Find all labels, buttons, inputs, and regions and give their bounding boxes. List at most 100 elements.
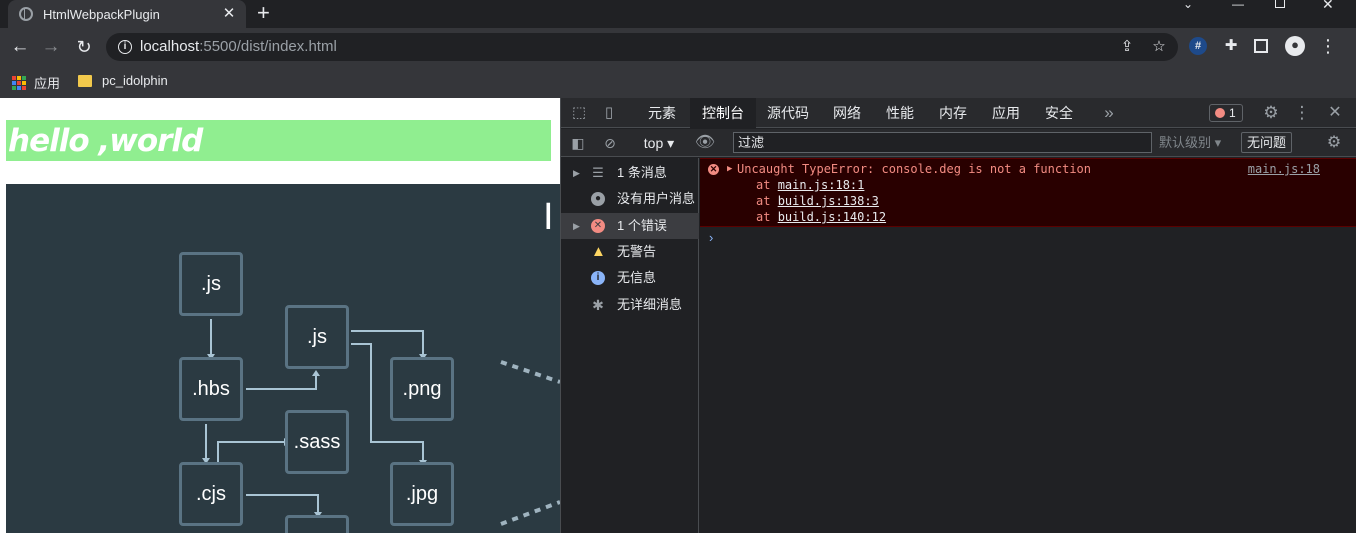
- context-selector[interactable]: top ▾: [637, 129, 681, 157]
- sidebar-item-info[interactable]: i 无信息: [561, 265, 699, 291]
- clear-console-icon[interactable]: ⊘: [599, 129, 621, 157]
- console-error-message: ✕ ▶ Uncaught TypeError: console.deg is n…: [700, 158, 1356, 227]
- side-panel-icon[interactable]: [1254, 39, 1268, 53]
- bookmark-apps[interactable]: 应用: [12, 73, 60, 92]
- device-toolbar-icon[interactable]: ▯: [599, 98, 619, 128]
- diagram-node-js: .js: [179, 252, 243, 316]
- sidebar-item-messages[interactable]: ▶ ☰ 1 条消息: [561, 160, 699, 186]
- devtools-menu-icon[interactable]: ⋮: [1292, 98, 1312, 128]
- reload-button[interactable]: ↻: [73, 36, 95, 58]
- bookmarks-bar: 应用 pc_idolphin: [0, 66, 1356, 98]
- stack-link[interactable]: build.js:138:3: [778, 194, 879, 208]
- address-bar[interactable]: i localhost:5500/dist/index.html ⇪ ☆: [106, 33, 1178, 61]
- inspect-element-icon[interactable]: ⬚: [569, 98, 589, 128]
- sidebar-item-verbose[interactable]: ✱ 无详细消息: [561, 292, 699, 318]
- extensions-puzzle-icon[interactable]: ✚: [1221, 37, 1241, 55]
- browser-tab[interactable]: HtmlWebpackPlugin ✕: [8, 0, 246, 28]
- dashed-line: [500, 500, 560, 526]
- sidebar-item-errors[interactable]: ▶ ✕ 1 个错误: [561, 213, 699, 239]
- list-icon: ☰: [592, 165, 604, 180]
- close-devtools-icon[interactable]: ✕: [1325, 98, 1345, 128]
- tab-security[interactable]: 安全: [1035, 98, 1083, 128]
- forward-button[interactable]: →: [40, 36, 62, 58]
- url-text[interactable]: localhost:5500/dist/index.html: [140, 38, 337, 55]
- sidebar-item-label: 无警告: [617, 244, 657, 259]
- tab-search-icon[interactable]: ⌄: [1183, 0, 1193, 10]
- info-icon: i: [591, 271, 605, 285]
- minimize-icon[interactable]: —: [1232, 0, 1244, 10]
- diagram-node-js: .js: [285, 305, 349, 369]
- diagram-node-jpg: .jpg: [390, 462, 454, 526]
- bookmark-pc-idolphin[interactable]: pc_idolphin: [78, 73, 168, 88]
- diagram-node-sass: .sass: [285, 410, 349, 474]
- connector: [217, 441, 284, 462]
- menu-kebab-icon[interactable]: ⋮: [1318, 37, 1338, 55]
- error-source-link[interactable]: main.js:18: [1248, 162, 1320, 176]
- tab-performance[interactable]: 性能: [876, 98, 924, 128]
- close-tab-icon[interactable]: ✕: [221, 6, 237, 22]
- log-level-dropdown[interactable]: 默认级别 ▾: [1159, 129, 1221, 157]
- bookmark-star-icon[interactable]: ☆: [1149, 38, 1169, 56]
- tab-elements[interactable]: 元素: [636, 98, 688, 128]
- expand-arrow-icon[interactable]: ▶: [727, 164, 732, 174]
- url-path: :5500/dist/index.html: [199, 38, 337, 55]
- page-heading: hello ,world: [8, 123, 203, 159]
- error-dot-icon: [1215, 108, 1225, 118]
- share-icon[interactable]: ⇪: [1117, 38, 1137, 56]
- dashed-line: [500, 360, 560, 384]
- stack-prefix: at: [756, 194, 778, 208]
- context-label: top: [643, 135, 664, 151]
- live-expression-eye-icon[interactable]: 👁: [693, 129, 717, 157]
- sidebar-item-warnings[interactable]: ▲ 无警告: [561, 239, 699, 265]
- more-tabs-icon[interactable]: »: [1099, 98, 1119, 128]
- extension-hash-icon[interactable]: #: [1189, 37, 1207, 55]
- console-prompt[interactable]: ›: [709, 230, 713, 245]
- stack-frame: at main.js:18:1: [756, 178, 864, 192]
- profile-avatar-icon[interactable]: ●: [1285, 36, 1305, 56]
- tab-sources[interactable]: 源代码: [758, 98, 818, 128]
- sidebar-item-label: 1 条消息: [617, 165, 667, 180]
- diagram-node-partial: [285, 515, 349, 533]
- close-window-icon[interactable]: ✕: [1322, 0, 1334, 11]
- expand-arrow-icon[interactable]: ▶: [573, 213, 580, 239]
- webpack-diagram-image: .js .js .png .hbs .sass .cjs .jpg I: [6, 184, 560, 533]
- stack-link[interactable]: build.js:140:12: [778, 210, 886, 224]
- site-info-icon[interactable]: i: [118, 40, 132, 54]
- bookmark-label: 应用: [34, 76, 61, 91]
- stack-link[interactable]: main.js:18:1: [778, 178, 865, 192]
- sidebar-item-label: 1 个错误: [617, 218, 667, 233]
- warning-icon: ▲: [591, 243, 606, 260]
- no-issues-button[interactable]: 无问题: [1241, 132, 1293, 153]
- stack-frame: at build.js:138:3: [756, 194, 879, 208]
- folder-icon: [78, 74, 92, 87]
- connector: [351, 330, 424, 354]
- diagram-connectors: [202, 319, 560, 526]
- settings-gear-icon[interactable]: ⚙: [1261, 98, 1281, 128]
- stack-prefix: at: [756, 210, 778, 224]
- error-count-badge[interactable]: 1: [1209, 104, 1243, 122]
- hello-heading-box: hello ,world: [6, 120, 551, 161]
- diagram-node-png: .png: [390, 357, 454, 421]
- browser-titlebar: HtmlWebpackPlugin ✕ + ⌄ — ✕: [0, 0, 1356, 28]
- error-icon: ✕: [708, 164, 719, 175]
- back-button[interactable]: ←: [9, 36, 31, 58]
- tab-memory[interactable]: 内存: [929, 98, 977, 128]
- tab-application[interactable]: 应用: [982, 98, 1030, 128]
- connector: [246, 376, 317, 390]
- maximize-icon[interactable]: [1275, 0, 1285, 8]
- browser-toolbar: ← → ↻ i localhost:5500/dist/index.html ⇪…: [0, 28, 1356, 66]
- expand-arrow-icon[interactable]: ▶: [573, 160, 580, 186]
- devtools-panel: ⬚ ▯ 元素 控制台 源代码 网络 性能 内存 应用 安全 » 1 ⚙ ⋮ ✕ …: [560, 98, 1356, 533]
- filter-input[interactable]: 过滤: [733, 132, 1152, 153]
- bookmark-label: pc_idolphin: [102, 73, 168, 88]
- console-sidebar: ▶ ☰ 1 条消息 ● 没有用户消息 ▶ ✕ 1 个错误 ▲ 无警告 i 无信息…: [561, 158, 699, 533]
- sidebar-item-user-messages[interactable]: ● 没有用户消息: [561, 186, 699, 212]
- console-settings-gear-icon[interactable]: ⚙: [1323, 129, 1345, 157]
- bug-icon: ✱: [592, 297, 604, 313]
- log-level-label: 默认级别: [1159, 135, 1212, 150]
- new-tab-button[interactable]: +: [257, 2, 270, 24]
- tab-console[interactable]: 控制台: [690, 98, 756, 128]
- tab-network[interactable]: 网络: [823, 98, 871, 128]
- devtools-tabbar: ⬚ ▯ 元素 控制台 源代码 网络 性能 内存 应用 安全 » 1 ⚙ ⋮ ✕: [561, 98, 1356, 128]
- sidebar-toggle-icon[interactable]: ◧: [567, 129, 589, 157]
